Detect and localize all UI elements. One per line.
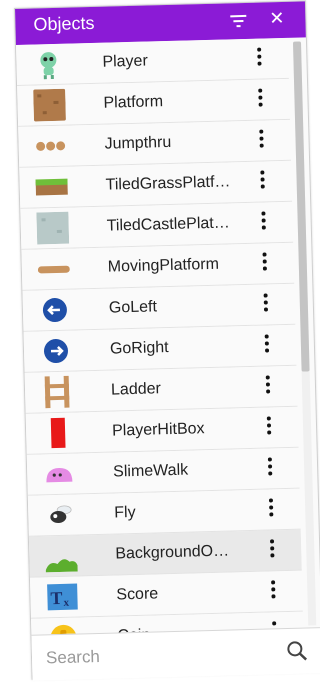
object-row-platform[interactable]: Platform	[17, 78, 291, 127]
object-label: SlimeWalk	[112, 461, 189, 481]
object-label: TiledCastlePlat…	[106, 214, 230, 235]
object-label: Score	[116, 585, 159, 604]
background-object-icon	[45, 559, 78, 573]
object-label: Player	[102, 52, 149, 71]
go-right-icon	[43, 339, 68, 364]
more-options-icon[interactable]	[259, 169, 266, 193]
close-icon[interactable]: ✕	[269, 8, 285, 28]
more-options-icon[interactable]	[260, 210, 267, 234]
object-row-go-right[interactable]: GoRight	[23, 324, 297, 373]
object-row-background-object[interactable]: BackgroundO…	[28, 529, 302, 578]
object-label: BackgroundO…	[115, 542, 230, 563]
castle-tile-icon	[36, 211, 70, 245]
jumpthru-icon	[36, 141, 66, 151]
object-label: Jumpthru	[104, 133, 172, 153]
slime-icon	[46, 467, 73, 483]
more-options-icon[interactable]	[256, 47, 263, 71]
more-options-icon[interactable]	[263, 292, 270, 316]
go-left-icon	[42, 298, 67, 323]
object-label: TiledGrassPlatf…	[105, 173, 231, 194]
object-row-go-left[interactable]: GoLeft	[22, 283, 296, 332]
object-row-jumpthru[interactable]: Jumpthru	[18, 119, 292, 168]
moving-platform-icon	[37, 265, 70, 274]
object-list: Player Platform Jumpthru TiledGrassPlatf…	[15, 37, 304, 635]
object-row-player-hitbox[interactable]: PlayerHitBox	[25, 406, 299, 455]
filter-icon[interactable]	[229, 14, 247, 28]
panel-title: Objects	[33, 12, 95, 35]
svg-text:x: x	[63, 597, 69, 609]
object-row-ladder[interactable]: Ladder	[24, 365, 298, 414]
search-bar	[31, 627, 320, 681]
object-row-tiled-castle-platform[interactable]: TiledCastlePlat…	[20, 201, 294, 250]
object-label: Fly	[114, 503, 136, 522]
search-input[interactable]	[43, 638, 269, 673]
more-options-icon[interactable]	[268, 497, 275, 521]
search-icon[interactable]	[286, 640, 309, 663]
more-options-icon[interactable]	[257, 88, 264, 112]
more-options-icon[interactable]	[265, 374, 272, 398]
platform-tile-icon	[33, 88, 66, 122]
object-label: Platform	[103, 93, 164, 112]
more-options-icon[interactable]	[266, 415, 273, 439]
more-options-icon[interactable]	[261, 251, 268, 275]
svg-text:T: T	[50, 588, 63, 608]
objects-panel: Objects ✕ Player Platform Jumpthru Tiled…	[14, 0, 320, 681]
object-label: MovingPlatform	[107, 255, 220, 276]
score-text-icon: T x	[47, 583, 78, 611]
fly-icon	[50, 505, 72, 524]
scrollbar-thumb[interactable]	[292, 41, 310, 372]
object-label: PlayerHitBox	[111, 420, 205, 440]
hitbox-icon	[50, 417, 66, 449]
object-row-slime-walk[interactable]: SlimeWalk	[26, 447, 300, 496]
grass-tile-icon	[35, 178, 68, 196]
object-label: GoLeft	[108, 298, 158, 317]
more-options-icon[interactable]	[269, 538, 276, 562]
more-options-icon[interactable]	[258, 128, 265, 152]
object-row-player[interactable]: Player	[15, 37, 289, 86]
object-row-tiled-grass-platform[interactable]: TiledGrassPlatf…	[19, 160, 293, 209]
object-label: Ladder	[110, 380, 162, 399]
ladder-icon	[44, 375, 70, 409]
object-label: GoRight	[109, 339, 169, 358]
more-options-icon[interactable]	[270, 579, 277, 603]
more-options-icon[interactable]	[267, 456, 274, 480]
object-row-moving-platform[interactable]: MovingPlatform	[21, 242, 295, 291]
player-sprite-icon	[40, 52, 57, 80]
object-row-fly[interactable]: Fly	[27, 488, 301, 537]
object-row-score[interactable]: T x Score	[29, 570, 303, 619]
more-options-icon[interactable]	[264, 333, 271, 357]
